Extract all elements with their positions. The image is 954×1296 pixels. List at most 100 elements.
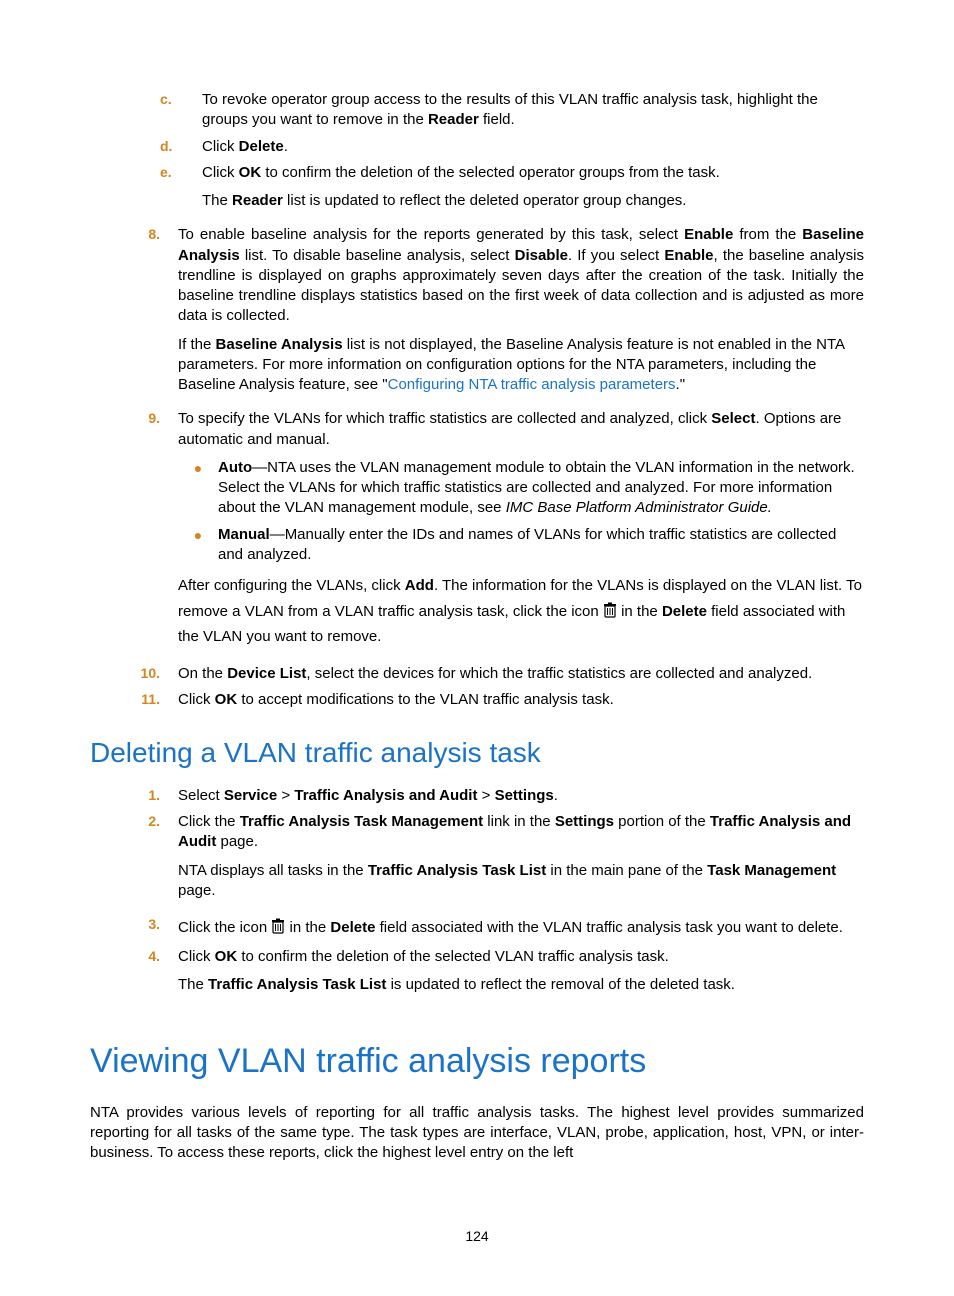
text: from the — [733, 226, 802, 243]
step-number: 1. — [90, 786, 178, 806]
text: in the — [290, 919, 331, 936]
text: On the — [178, 665, 227, 682]
step-number: 11. — [90, 690, 178, 710]
text: , select the devices for which the traff… — [306, 665, 812, 682]
heading-deleting: Deleting a VLAN traffic analysis task — [90, 734, 864, 772]
text: Click — [178, 948, 215, 965]
text: field. — [479, 111, 515, 128]
step-number: 10. — [90, 664, 178, 684]
document-page: c. To revoke operator group access to th… — [0, 0, 954, 1296]
del-step-3: 3. Click the icon in the Delete field as… — [90, 915, 864, 941]
step-number: 4. — [90, 947, 178, 1004]
substep-d: d. Click Delete. — [160, 137, 864, 157]
bold: Task Management — [707, 862, 836, 879]
text: > — [277, 787, 294, 804]
bold: Select — [711, 410, 755, 427]
del-step-4: 4. Click OK to confirm the deletion of t… — [90, 947, 864, 1004]
bullet-dot: ● — [178, 458, 218, 519]
bold: Delete — [239, 138, 284, 155]
text: Click — [202, 164, 239, 181]
step-number: 8. — [90, 225, 178, 403]
text: —Manually enter the IDs and names of VLA… — [218, 526, 836, 563]
text: Select — [178, 787, 224, 804]
bold: Baseline Analysis — [216, 336, 343, 353]
trash-icon — [271, 918, 285, 934]
del-step-1: 1. Select Service > Traffic Analysis and… — [90, 786, 864, 806]
text: is updated to reflect the removal of the… — [386, 976, 735, 993]
text: to confirm the deletion of the selected … — [261, 164, 720, 181]
viewing-intro: NTA provides various levels of reporting… — [90, 1103, 864, 1164]
substep-label: e. — [160, 163, 202, 220]
text: Click — [178, 691, 215, 708]
text: in the main pane of the — [546, 862, 707, 879]
bold: Traffic Analysis Task List — [368, 862, 546, 879]
bullet-list: ● Auto—NTA uses the VLAN management modu… — [178, 458, 864, 565]
bullet-auto: ● Auto—NTA uses the VLAN management modu… — [178, 458, 864, 519]
bold: Traffic Analysis and Audit — [294, 787, 477, 804]
substep-c: c. To revoke operator group access to th… — [160, 90, 864, 131]
text: link in the — [483, 813, 555, 830]
bold: Reader — [232, 192, 283, 209]
text: ." — [676, 376, 686, 393]
text: . If you select — [568, 247, 664, 264]
substeps-block: c. To revoke operator group access to th… — [90, 90, 864, 219]
bold: Auto — [218, 459, 252, 476]
bold: Enable — [684, 226, 733, 243]
bold: Settings — [555, 813, 614, 830]
bold: Add — [405, 577, 434, 594]
bold: OK — [215, 691, 238, 708]
text: page. — [216, 833, 258, 850]
bold: Settings — [495, 787, 554, 804]
heading-viewing: Viewing VLAN traffic analysis reports — [90, 1039, 864, 1085]
step-number: 3. — [90, 915, 178, 941]
bold: Manual — [218, 526, 270, 543]
text: The — [202, 192, 232, 209]
text: . — [284, 138, 288, 155]
bullet-manual: ● Manual—Manually enter the IDs and name… — [178, 525, 864, 566]
step-number: 2. — [90, 812, 178, 909]
step-9: 9. To specify the VLANs for which traffi… — [90, 409, 864, 657]
step-11: 11. Click OK to accept modifications to … — [90, 690, 864, 710]
bold: Delete — [662, 603, 707, 620]
bullet-dot: ● — [178, 525, 218, 566]
substep-e: e. Click OK to confirm the deletion of t… — [160, 163, 864, 220]
text: Click — [202, 138, 239, 155]
text: list is updated to reflect the deleted o… — [283, 192, 687, 209]
text: list. To disable baseline analysis, sele… — [240, 247, 515, 264]
substep-label: d. — [160, 137, 202, 157]
italic: IMC Base Platform Administrator Guide. — [506, 499, 772, 516]
bold: Enable — [664, 247, 713, 264]
step-8: 8. To enable baseline analysis for the r… — [90, 225, 864, 403]
text: Click the — [178, 813, 240, 830]
del-step-2: 2. Click the Traffic Analysis Task Manag… — [90, 812, 864, 909]
text: Click the icon — [178, 919, 271, 936]
substep-label: c. — [160, 90, 202, 131]
text: > — [477, 787, 494, 804]
text: field associated with the VLAN traffic a… — [375, 919, 842, 936]
text: If the — [178, 336, 216, 353]
bold: Service — [224, 787, 277, 804]
text: NTA displays all tasks in the — [178, 862, 368, 879]
bold: Delete — [330, 919, 375, 936]
link-configuring-nta[interactable]: Configuring NTA traffic analysis paramet… — [388, 376, 676, 393]
text: in the — [621, 603, 662, 620]
text: to confirm the deletion of the selected … — [237, 948, 669, 965]
step-10: 10. On the Device List, select the devic… — [90, 664, 864, 684]
trash-icon — [603, 602, 617, 618]
text: page. — [178, 882, 216, 899]
bold: Disable — [515, 247, 568, 264]
bold: Device List — [227, 665, 306, 682]
step-number: 9. — [90, 409, 178, 657]
bold: OK — [215, 948, 238, 965]
text: . — [554, 787, 558, 804]
bold: OK — [239, 164, 262, 181]
text: To specify the VLANs for which traffic s… — [178, 410, 711, 427]
text: The — [178, 976, 208, 993]
bold: Traffic Analysis Task List — [208, 976, 386, 993]
text: portion of the — [614, 813, 710, 830]
page-number: 124 — [0, 1227, 954, 1246]
bold: Traffic Analysis Task Management — [240, 813, 483, 830]
text: After configuring the VLANs, click — [178, 577, 405, 594]
bold: Reader — [428, 111, 479, 128]
text: To enable baseline analysis for the repo… — [178, 226, 684, 243]
